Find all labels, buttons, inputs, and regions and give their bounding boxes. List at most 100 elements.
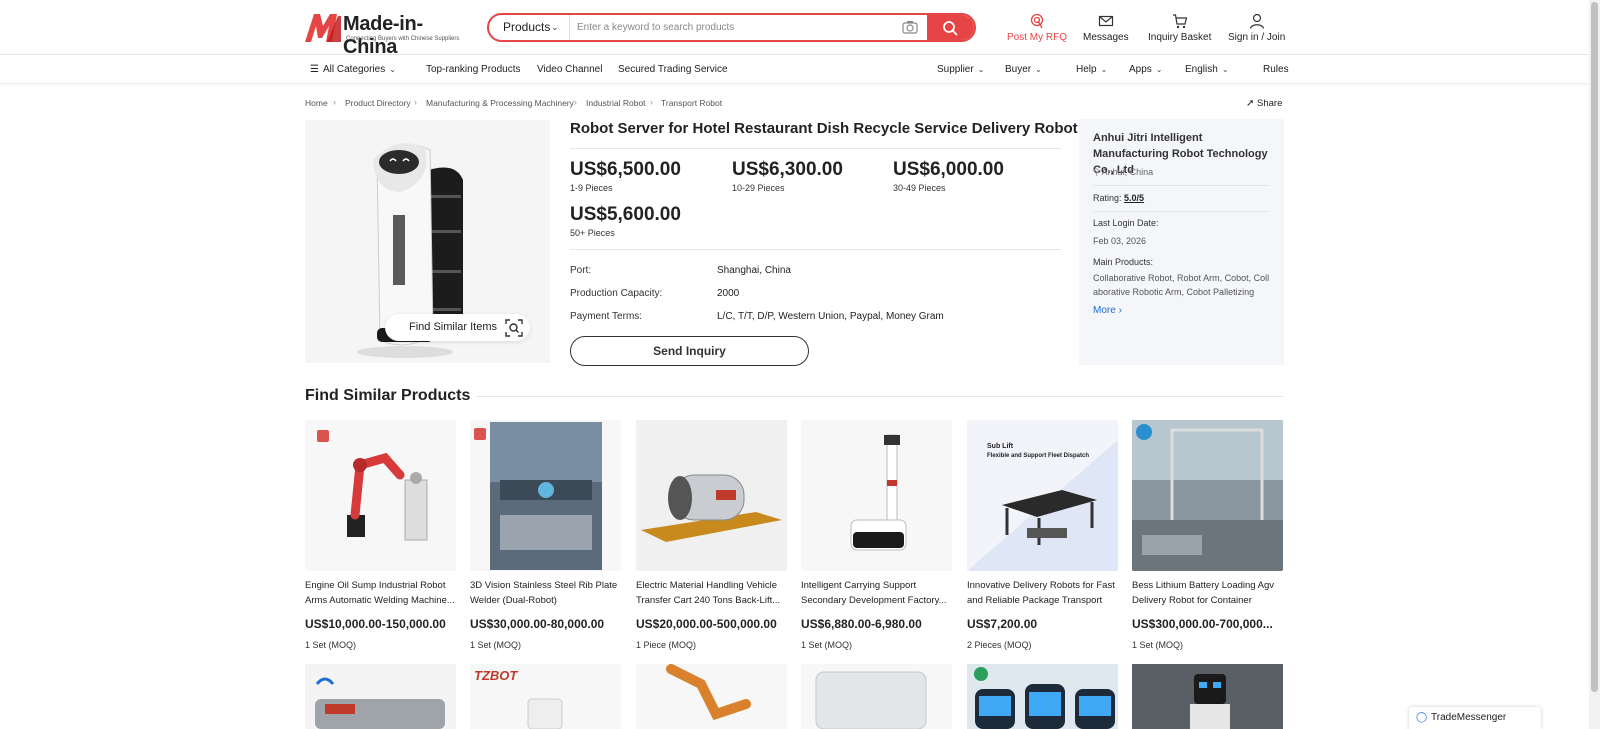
nav-rules[interactable]: Rules bbox=[1263, 64, 1289, 75]
breadcrumb-machinery[interactable]: Manufacturing & Processing Machinery bbox=[426, 98, 574, 108]
chevron-right-icon: › bbox=[650, 97, 653, 107]
nav-rules-label: Rules bbox=[1263, 64, 1289, 75]
product-card-moq: 1 Set (MOQ) bbox=[1132, 640, 1184, 650]
breadcrumb-transport-robot[interactable]: Transport Robot bbox=[661, 98, 722, 108]
camera-icon[interactable] bbox=[902, 20, 918, 34]
divider bbox=[1093, 211, 1270, 212]
last-login-label: Last Login Date: bbox=[1093, 218, 1159, 228]
sublift-title-text: Sub Lift bbox=[987, 443, 1014, 450]
nav-help[interactable]: Help ⌄ bbox=[1076, 64, 1107, 75]
nav-buyer-label: Buyer bbox=[1005, 64, 1032, 75]
search-category-label: Products bbox=[503, 20, 551, 34]
product-card-image[interactable] bbox=[967, 664, 1118, 729]
product-card-price: US$6,880.00-6,980.00 bbox=[801, 617, 922, 631]
product-card-image[interactable] bbox=[1132, 664, 1283, 729]
supplier-more-link[interactable]: More › bbox=[1093, 305, 1122, 316]
rating-label: Rating: bbox=[1093, 193, 1122, 203]
welding-robot-image bbox=[305, 420, 456, 571]
logo-tagline: Connecting Buyers with Chinese Suppliers bbox=[346, 36, 460, 42]
nav-buyer[interactable]: Buyer ⌄ bbox=[1005, 64, 1042, 75]
nav-top-ranking[interactable]: Top-ranking Products bbox=[426, 64, 521, 75]
product-card-name[interactable]: Bess Lithium Battery Loading Agv Deliver… bbox=[1132, 578, 1283, 608]
chevron-down-icon: ⌄ bbox=[1035, 65, 1042, 74]
price-tier-1-qty: 1-9 Pieces bbox=[570, 183, 613, 193]
supplier-rating: Rating: 5.0/5 bbox=[1093, 193, 1144, 203]
payment-terms-value: L/C, T/T, D/P, Western Union, Paypal, Mo… bbox=[717, 311, 944, 322]
similar-products-heading: Find Similar Products bbox=[305, 387, 471, 404]
nav-video-channel[interactable]: Video Channel bbox=[537, 64, 602, 75]
product-card-image[interactable] bbox=[1132, 420, 1283, 571]
kiosk-robot-image bbox=[967, 664, 1118, 729]
chevron-right-icon: › bbox=[1118, 305, 1122, 316]
messages-label: Messages bbox=[1083, 32, 1129, 43]
product-card-image[interactable] bbox=[801, 664, 952, 729]
service-robot-image bbox=[1132, 664, 1283, 729]
nav-supplier[interactable]: Supplier ⌄ bbox=[937, 64, 984, 75]
product-card-name[interactable]: Electric Material Handling Vehicle Trans… bbox=[636, 578, 787, 608]
product-card-moq: 1 Set (MOQ) bbox=[470, 640, 522, 650]
rfq-icon bbox=[1030, 13, 1044, 29]
nav-language[interactable]: English ⌄ bbox=[1185, 64, 1229, 75]
find-similar-items-button[interactable]: Find Similar Items bbox=[385, 314, 530, 341]
nav-help-label: Help bbox=[1076, 64, 1097, 75]
product-card-name[interactable]: 3D Vision Stainless Steel Rib Plate Weld… bbox=[470, 578, 621, 608]
product-card-image[interactable] bbox=[470, 420, 621, 571]
send-inquiry-button[interactable]: Send Inquiry bbox=[570, 336, 809, 366]
price-tier-2-qty: 10-29 Pieces bbox=[732, 183, 785, 193]
chevron-down-icon: ⌄ bbox=[1100, 65, 1108, 74]
breadcrumb-home[interactable]: Home bbox=[305, 98, 328, 108]
rating-value[interactable]: 5.0/5 bbox=[1124, 193, 1144, 203]
product-title: Robot Server for Hotel Restaurant Dish R… bbox=[570, 120, 1078, 137]
search-category-select[interactable]: Products ⌄ bbox=[489, 15, 570, 40]
product-card-image[interactable]: TZBOT bbox=[470, 664, 621, 729]
divider bbox=[477, 396, 1284, 397]
divider bbox=[570, 148, 1061, 149]
share-icon: ➚ bbox=[1246, 98, 1255, 109]
product-card-image[interactable]: Sub Lift Flexible and Support Fleet Disp… bbox=[967, 420, 1118, 571]
search-bar: Products ⌄ bbox=[487, 13, 976, 42]
page-scrollbar[interactable] bbox=[1589, 0, 1600, 729]
scrollbar-thumb[interactable] bbox=[1591, 2, 1598, 692]
breadcrumb-product-directory[interactable]: Product Directory bbox=[345, 98, 411, 108]
port-label: Port: bbox=[570, 265, 592, 276]
chevron-down-icon: ⌄ bbox=[977, 65, 985, 74]
product-card-name[interactable]: Intelligent Carrying Support Secondary D… bbox=[801, 578, 952, 608]
product-card-image[interactable] bbox=[305, 664, 456, 729]
site-logo[interactable]: Made-in-China Connecting Buyers with Chi… bbox=[305, 12, 459, 58]
rib-plate-welder-image bbox=[470, 420, 621, 571]
logo-mark-icon bbox=[305, 14, 341, 42]
supplier-card: Anhui Jitri Intelligent Manufacturing Ro… bbox=[1079, 119, 1284, 365]
nav-language-label: English bbox=[1185, 64, 1218, 75]
trademessenger-widget[interactable]: ◯ TradeMessenger bbox=[1409, 707, 1541, 729]
sublift-subtitle-text: Flexible and Support Fleet Dispatch bbox=[987, 453, 1089, 459]
product-card-price: US$20,000.00-500,000.00 bbox=[636, 617, 777, 631]
product-card-image[interactable] bbox=[305, 420, 456, 571]
product-card-image[interactable] bbox=[801, 420, 952, 571]
product-card-moq: 1 Set (MOQ) bbox=[305, 640, 357, 650]
sign-in-link[interactable]: Sign in / Join bbox=[1228, 13, 1285, 43]
main-products-value: Collaborative Robot, Robot Arm, Cobot, C… bbox=[1093, 273, 1270, 297]
mail-icon bbox=[1098, 15, 1113, 27]
all-categories-menu[interactable]: ☰ All Categories ⌄ bbox=[310, 64, 396, 75]
post-rfq-label: Post My RFQ bbox=[1007, 32, 1068, 43]
image-search-icon bbox=[505, 319, 523, 337]
share-label: Share bbox=[1257, 98, 1283, 109]
messages-link[interactable]: Messages bbox=[1083, 13, 1129, 43]
search-input[interactable] bbox=[577, 15, 887, 40]
product-card-image[interactable] bbox=[636, 420, 787, 571]
nav-video-channel-label: Video Channel bbox=[537, 64, 603, 75]
product-card-moq: 1 Piece (MOQ) bbox=[636, 640, 697, 650]
chevron-down-icon: ⌄ bbox=[1221, 65, 1229, 74]
breadcrumb-industrial-robot[interactable]: Industrial Robot bbox=[586, 98, 646, 108]
search-button[interactable] bbox=[927, 15, 974, 40]
product-card-name[interactable]: Innovative Delivery Robots for Fast and … bbox=[967, 578, 1118, 608]
post-rfq-link[interactable]: Post My RFQ bbox=[1007, 13, 1067, 43]
price-tier-4-qty: 50+ Pieces bbox=[570, 228, 615, 238]
nav-secured-trading[interactable]: Secured Trading Service bbox=[618, 64, 728, 75]
product-card-image[interactable] bbox=[636, 664, 787, 729]
share-button[interactable]: ➚ Share bbox=[1246, 98, 1282, 109]
product-card-name[interactable]: Engine Oil Sump Industrial Robot Arms Au… bbox=[305, 578, 456, 608]
inquiry-basket-link[interactable]: Inquiry Basket bbox=[1148, 13, 1211, 43]
divider bbox=[1093, 185, 1270, 186]
nav-apps[interactable]: Apps ⌄ bbox=[1129, 64, 1163, 75]
